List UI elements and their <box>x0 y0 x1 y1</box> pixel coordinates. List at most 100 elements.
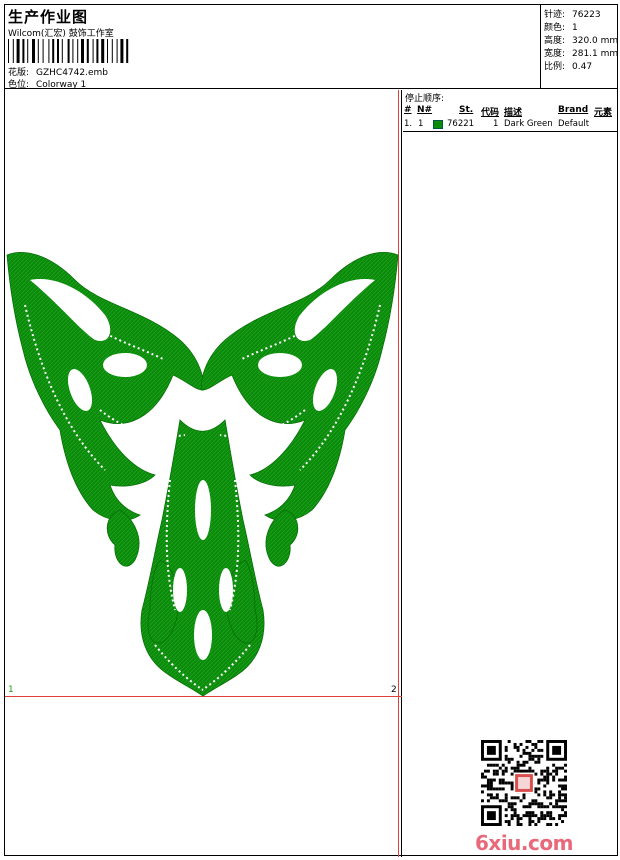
qr-module <box>528 811 532 815</box>
qr-module <box>534 814 538 818</box>
qr-module <box>516 760 520 764</box>
qr-module <box>537 817 541 821</box>
qr-module <box>534 790 538 794</box>
qr-module <box>531 799 535 803</box>
qr-module <box>543 775 547 779</box>
qr-module <box>546 766 550 770</box>
qr-module <box>558 778 562 782</box>
qr-module <box>552 775 556 779</box>
qr-module <box>498 778 502 782</box>
qr-module <box>528 814 532 818</box>
qr-module <box>555 823 559 826</box>
qr-module <box>507 781 511 785</box>
barcode-bar <box>61 39 63 63</box>
qr-module <box>564 775 567 779</box>
qr-module <box>537 748 541 752</box>
qr-module <box>510 787 514 791</box>
qr-module <box>492 763 496 767</box>
stat-value: 281.1 mm <box>572 49 619 59</box>
qr-module <box>525 751 529 755</box>
embroidery-design <box>6 252 399 697</box>
qr-module <box>481 784 484 788</box>
qr-module <box>555 799 559 803</box>
barcode-bar <box>72 39 74 63</box>
qr-module <box>564 778 567 782</box>
table-row: 1. 1 76221 1 Dark Green Default <box>403 118 617 132</box>
row-n: 1 <box>418 119 424 129</box>
qr-module <box>489 784 493 788</box>
qr-module <box>534 745 538 749</box>
qr-module <box>540 805 544 809</box>
qr-module <box>504 796 508 800</box>
qr-module <box>522 769 526 773</box>
row-code: 1 <box>493 119 499 129</box>
barcode-bar <box>16 39 20 63</box>
qr-module <box>486 784 490 788</box>
barcode-bar <box>101 39 105 63</box>
qr-module <box>504 820 508 824</box>
qr-module <box>522 805 526 809</box>
qr-module <box>561 778 565 782</box>
qr-module <box>543 817 547 821</box>
qr-module <box>525 745 529 749</box>
qr-module <box>519 823 523 826</box>
stat-value: 76223 <box>572 10 601 20</box>
barcode-bar <box>86 39 89 63</box>
qr-module <box>543 769 547 773</box>
qr-module <box>558 814 562 818</box>
qr-module <box>561 814 565 818</box>
qr-module <box>540 817 544 821</box>
qr-module <box>531 814 535 818</box>
qr-module <box>531 748 535 752</box>
qr-module <box>522 763 526 767</box>
qr-module <box>534 787 538 791</box>
stat-width: 宽度: 281.1 mm <box>544 46 618 59</box>
qr-code <box>481 740 567 826</box>
qr-module <box>513 814 517 818</box>
qr-module <box>504 769 508 773</box>
worksheet-header: 生产作业图 Wilcom(汇宏) 鼓饰工作室 花版: GZHC4742.emb 色… <box>5 5 618 90</box>
header-info: 生产作业图 Wilcom(汇宏) 鼓饰工作室 花版: GZHC4742.emb 色… <box>5 5 540 90</box>
barcode-bar <box>111 39 113 63</box>
qr-module <box>507 740 511 743</box>
qr-module <box>483 769 487 773</box>
qr-module <box>528 740 532 743</box>
qr-module <box>528 751 532 755</box>
qr-module <box>546 811 550 815</box>
qr-module <box>543 790 547 794</box>
qr-module <box>513 811 517 815</box>
qr-module <box>537 781 541 785</box>
qr-module <box>540 814 544 818</box>
qr-module <box>561 808 565 812</box>
qr-module <box>543 778 547 782</box>
qr-module <box>564 814 567 818</box>
qr-module <box>555 805 559 809</box>
qr-module <box>552 778 556 782</box>
row-index: 1. <box>404 119 413 129</box>
qr-module <box>504 808 508 812</box>
qr-module <box>510 772 514 776</box>
qr-module <box>564 796 567 800</box>
qr-module <box>481 772 484 776</box>
qr-module <box>561 766 565 770</box>
qr-module <box>540 772 544 776</box>
qr-module <box>519 754 523 758</box>
qr-module <box>513 745 517 749</box>
qr-module <box>564 811 567 815</box>
qr-module <box>486 781 490 785</box>
qr-module <box>531 811 535 815</box>
qr-module <box>498 787 502 791</box>
studio-name: Wilcom(汇宏) 鼓饰工作室 <box>8 29 114 39</box>
qr-module <box>528 802 532 806</box>
qr-module <box>537 802 541 806</box>
qr-module <box>564 769 567 773</box>
qr-module <box>543 793 547 797</box>
qr-module <box>492 778 496 782</box>
qr-module <box>513 769 517 773</box>
qr-module <box>507 760 511 764</box>
color-swatch <box>433 120 443 129</box>
barcode-bar <box>81 39 84 63</box>
qr-module <box>552 763 556 767</box>
qr-module <box>531 820 535 824</box>
qr-module <box>546 778 550 782</box>
